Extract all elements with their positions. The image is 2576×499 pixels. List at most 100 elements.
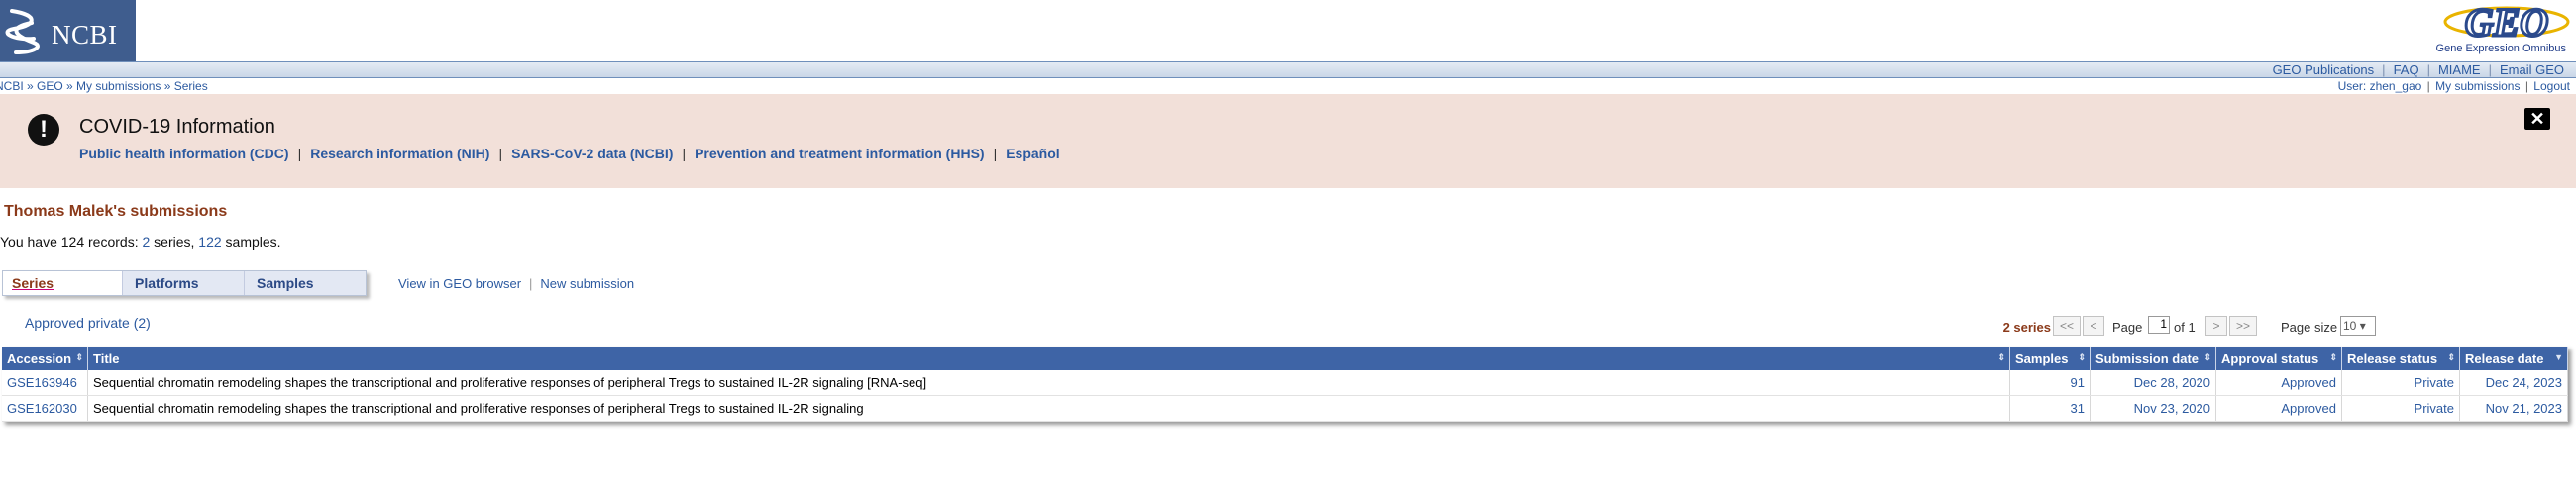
geo-tagline: Gene Expression Omnibus xyxy=(2435,43,2566,54)
user-separator: | xyxy=(2426,79,2430,93)
col-submission-date[interactable]: Submission date ⇕ xyxy=(2090,347,2216,370)
page-size-label: Page size xyxy=(2281,320,2338,335)
tab-series[interactable]: Series xyxy=(3,271,122,295)
submission-tabs: Series Platforms Samples xyxy=(2,270,367,296)
page-size-value: 10 xyxy=(2343,319,2357,333)
nav-faq[interactable]: FAQ xyxy=(2394,62,2419,77)
tab-actions-separator: | xyxy=(529,276,533,291)
page-of-label: of 1 xyxy=(2174,320,2196,335)
col-title-label: Title xyxy=(93,350,120,366)
records-mid: series, xyxy=(150,234,199,250)
geo-navbar: GEO Publications | FAQ | MIAME | Email GEO xyxy=(0,61,2576,78)
ncbi-logo[interactable]: NCBI xyxy=(0,0,136,61)
col-release-date[interactable]: Release date ▼ xyxy=(2459,347,2568,370)
ncbi-helix-icon xyxy=(5,9,40,54)
series-count-label: 2 series xyxy=(2002,320,2051,335)
breadcrumb[interactable]: NCBI » GEO » My submissions » Series xyxy=(0,79,208,93)
samples-count[interactable]: 91 xyxy=(2009,370,2091,396)
view-in-geo-browser-link[interactable]: View in GEO browser xyxy=(398,276,521,291)
tab-platforms[interactable]: Platforms xyxy=(122,271,244,295)
nav-geo-publications[interactable]: GEO Publications xyxy=(2273,62,2375,77)
approval-status: Approved xyxy=(2215,370,2342,396)
last-page-button[interactable]: >> xyxy=(2229,316,2257,336)
banner-title: COVID-19 Information xyxy=(79,116,275,138)
accession-link[interactable]: GSE162030 xyxy=(7,401,77,416)
breadcrumb-row: NCBI » GEO » My submissions » Series Use… xyxy=(0,78,2576,94)
release-date: Dec 24, 2023 xyxy=(2459,370,2568,396)
logout-link[interactable]: Logout xyxy=(2533,79,2570,93)
release-status: Private xyxy=(2341,370,2460,396)
banner-link-nih[interactable]: Research information (NIH) xyxy=(310,146,489,161)
sort-icon: ⇕ xyxy=(1997,352,2005,362)
user-name: User: zhen_gao xyxy=(2337,79,2422,93)
nav-email-geo[interactable]: Email GEO xyxy=(2500,62,2564,77)
nav-separator: | xyxy=(2426,62,2430,77)
col-submission-date-label: Submission date xyxy=(2095,350,2200,366)
table-row[interactable]: GSE162030 Sequential chromatin remodelin… xyxy=(2,395,2568,422)
col-title[interactable]: Title ⇕ xyxy=(87,347,2010,370)
sort-icon: ⇕ xyxy=(2447,352,2455,362)
series-table: Accession ⇕ Title ⇕ Samples ⇕ Submission da… xyxy=(2,347,2568,422)
samples-count-link[interactable]: 122 xyxy=(198,234,221,250)
approved-private-filter[interactable]: Approved private (2) xyxy=(25,315,151,331)
tab-actions: View in GEO browser | New submission xyxy=(398,276,634,291)
submission-date: Nov 23, 2020 xyxy=(2090,395,2216,422)
page-title: Thomas Malek's submissions xyxy=(4,203,228,220)
new-submission-link[interactable]: New submission xyxy=(540,276,634,291)
series-title: Sequential chromatin remodeling shapes t… xyxy=(87,395,2010,422)
records-suffix: samples. xyxy=(221,234,281,250)
table-header-row: Accession ⇕ Title ⇕ Samples ⇕ Submission da… xyxy=(2,347,2568,370)
banner-link-ncbi[interactable]: SARS-CoV-2 data (NCBI) xyxy=(511,146,673,161)
series-title: Sequential chromatin remodeling shapes t… xyxy=(87,370,2010,396)
my-submissions-link[interactable]: My submissions xyxy=(2435,79,2520,93)
next-page-button[interactable]: > xyxy=(2205,316,2227,336)
page-number-input[interactable]: 1 xyxy=(2148,316,2170,334)
samples-count[interactable]: 31 xyxy=(2009,395,2091,422)
banner-link-cdc[interactable]: Public health information (CDC) xyxy=(79,146,289,161)
sort-icon: ⇕ xyxy=(2329,352,2337,362)
geo-logo-text: GEO xyxy=(2465,0,2548,45)
close-icon[interactable]: ✕ xyxy=(2524,108,2550,130)
release-status: Private xyxy=(2341,395,2460,422)
col-accession[interactable]: Accession ⇕ xyxy=(2,347,88,370)
banner-separator: | xyxy=(682,146,687,161)
sort-icon: ⇕ xyxy=(2203,352,2211,362)
sort-icon: ⇕ xyxy=(75,352,83,362)
col-accession-label: Accession xyxy=(7,350,72,366)
nav-miame[interactable]: MIAME xyxy=(2438,62,2481,77)
user-separator: | xyxy=(2524,79,2528,93)
nav-separator: | xyxy=(2488,62,2492,77)
covid-banner: ! COVID-19 Information Public health inf… xyxy=(0,94,2576,188)
banner-separator: | xyxy=(993,146,998,161)
release-date: Nov 21, 2023 xyxy=(2459,395,2568,422)
records-prefix: You have 124 records: xyxy=(0,234,143,250)
approval-status: Approved xyxy=(2215,395,2342,422)
first-page-button[interactable]: << xyxy=(2053,316,2081,336)
page-size-select[interactable]: 10 ▾ xyxy=(2340,316,2376,336)
col-approval-status[interactable]: Approval status ⇕ xyxy=(2215,347,2342,370)
nav-separator: | xyxy=(2382,62,2386,77)
col-samples-label: Samples xyxy=(2015,350,2069,366)
sort-icon: ⇕ xyxy=(2078,352,2086,362)
records-summary: You have 124 records: 2 series, 122 samp… xyxy=(0,234,281,250)
col-release-status-label: Release status xyxy=(2347,350,2438,366)
col-approval-status-label: Approval status xyxy=(2221,350,2319,366)
banner-link-hhs[interactable]: Prevention and treatment information (HH… xyxy=(695,146,984,161)
submission-date: Dec 28, 2020 xyxy=(2090,370,2216,396)
tab-samples[interactable]: Samples xyxy=(244,271,366,295)
col-release-status[interactable]: Release status ⇕ xyxy=(2341,347,2460,370)
exclamation-icon: ! xyxy=(28,114,59,146)
user-bar: User: zhen_gao | My submissions | Logout xyxy=(2338,79,2570,93)
col-samples[interactable]: Samples ⇕ xyxy=(2009,347,2091,370)
accession-link[interactable]: GSE163946 xyxy=(7,375,77,390)
banner-separator: | xyxy=(297,146,302,161)
prev-page-button[interactable]: < xyxy=(2083,316,2104,336)
banner-links: Public health information (CDC) | Research… xyxy=(79,146,1060,161)
banner-link-espanol[interactable]: Español xyxy=(1006,146,1059,161)
banner-separator: | xyxy=(498,146,503,161)
ncbi-logo-text: NCBI xyxy=(52,20,118,50)
col-release-date-label: Release date xyxy=(2465,350,2544,366)
page-label: Page xyxy=(2112,320,2143,335)
pager: 2 series << < Page 1 of 1 > >> Page size… xyxy=(2003,315,2568,337)
table-row[interactable]: GSE163946 Sequential chromatin remodelin… xyxy=(2,370,2568,396)
